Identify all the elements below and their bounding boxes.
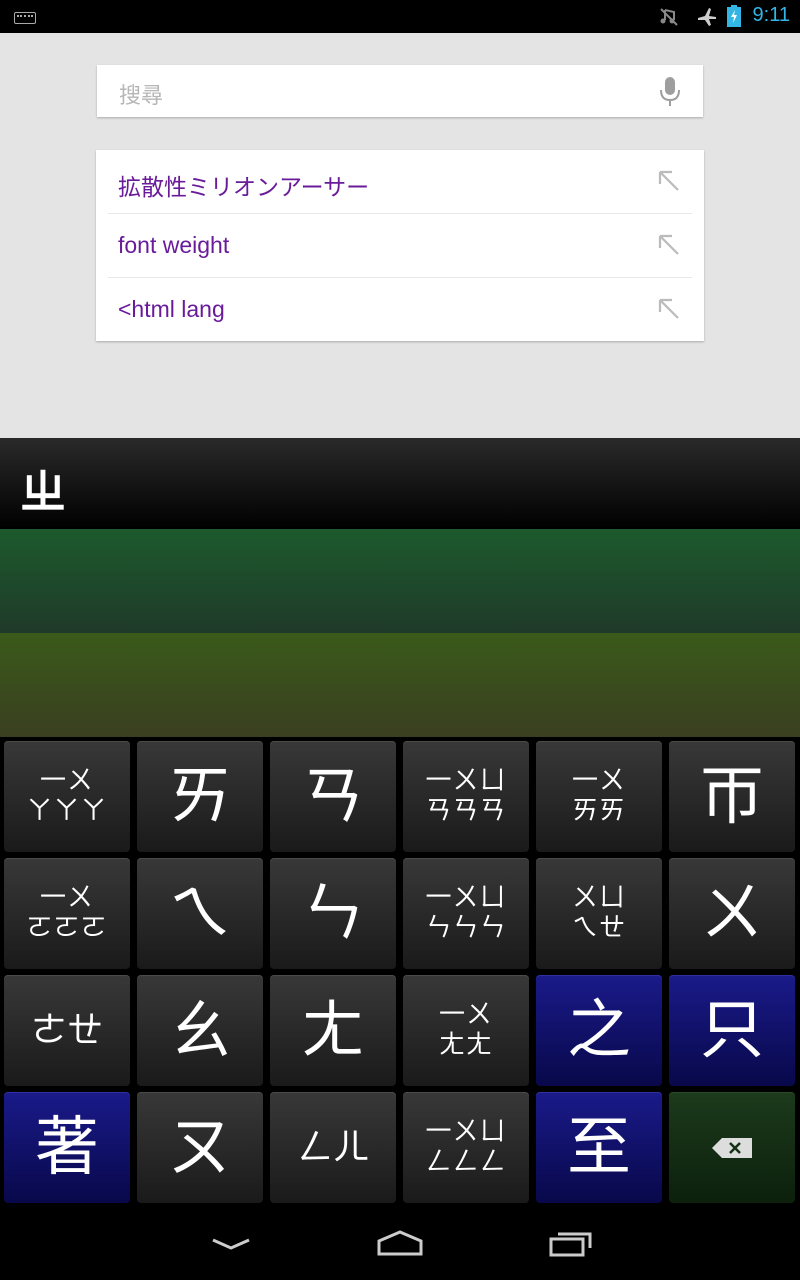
keyboard-key[interactable]: 帀 [669,741,795,852]
keyboard-key[interactable]: 一ㄨ ㄛㄛㄛ [4,858,130,969]
keyboard-key[interactable]: 一ㄨ ㄞㄞ [536,741,662,852]
key-label: 一ㄨㄩ ㄥㄥㄥ [425,1116,507,1177]
keyboard-key[interactable]: 之 [536,975,662,1086]
candidate-bar-primary[interactable] [0,529,800,633]
key-label: 至 [567,1110,631,1185]
arrow-up-left-icon[interactable] [656,232,682,258]
keyboard-key[interactable]: 一ㄨ ㄤㄤ [403,975,529,1086]
key-label: 一ㄨㄩ ㄢㄢㄢ [425,765,507,826]
keyboard-key[interactable]: ㄡ [137,1092,263,1203]
clock: 9:11 [752,4,790,26]
search-box[interactable]: 搜尋 [97,65,703,117]
keyboard-key[interactable]: ㄠ [137,975,263,1086]
key-label: ㄣ [301,876,365,951]
airplane-mode-icon [698,8,716,26]
key-label: ㄨㄩ ㄟㄝ [571,882,626,943]
key-label: ㄢ [301,759,365,834]
mute-icon [660,8,678,26]
keyboard-key[interactable]: 一ㄨㄩ ㄣㄣㄣ [403,858,529,969]
search-input[interactable]: 搜尋 [119,78,163,110]
backspace-icon [712,1137,752,1158]
suggestion-item[interactable]: font weight [96,214,704,278]
key-label: 一ㄨ ㄛㄛㄛ [26,882,108,943]
composing-strip: ㄓ [0,438,800,529]
key-label: 一ㄨ ㄤㄤ [438,999,493,1060]
arrow-up-left-icon[interactable] [656,168,682,194]
keyboard-key[interactable]: ㄤ [270,975,396,1086]
key-label: ㄨ [700,876,764,951]
suggestion-text[interactable]: 拡散性ミリオンアーサー [118,168,369,202]
navigation-bar [0,1207,800,1280]
keyboard-key[interactable]: ㄟ [137,858,263,969]
keyboard-key[interactable]: ㄥㄦ [270,1092,396,1203]
key-label: ㄟ [168,876,232,951]
suggestion-list: 拡散性ミリオンアーサー font weight <html lang [96,150,704,341]
key-label: ㄜㄝ [30,1009,103,1051]
keyboard-key[interactable]: ㄞ [137,741,263,852]
key-label: ㄥㄦ [296,1126,369,1168]
suggestion-item[interactable]: 拡散性ミリオンアーサー [96,150,704,214]
keyboard-key[interactable]: 一ㄨㄩ ㄢㄢㄢ [403,741,529,852]
keyboard-key[interactable]: 只 [669,975,795,1086]
arrow-up-left-icon[interactable] [656,296,682,322]
microphone-icon[interactable] [657,76,683,108]
key-label: 著 [35,1110,99,1185]
key-label: 帀 [700,759,764,834]
suggestion-text[interactable]: <html lang [118,296,225,323]
key-label: 一ㄨ ㄚㄚㄚ [26,765,108,826]
back-down-icon[interactable] [210,1235,252,1255]
status-bar: 9:11 [0,0,800,33]
key-label: 只 [700,993,764,1068]
keyboard-key[interactable]: 一ㄨㄩ ㄥㄥㄥ [403,1092,529,1203]
key-label: 之 [567,993,631,1068]
key-label: 一ㄨ ㄞㄞ [571,765,626,826]
key-label: 一ㄨㄩ ㄣㄣㄣ [425,882,507,943]
bopomofo-keyboard: 一ㄨ ㄚㄚㄚㄞㄢ一ㄨㄩ ㄢㄢㄢ 一ㄨ ㄞㄞ 帀一ㄨ ㄛㄛㄛㄟㄣ一ㄨㄩ ㄣㄣㄣ ㄨㄩ ㄟ… [0,737,800,1207]
backspace-key[interactable] [669,1092,795,1203]
keyboard-key[interactable]: ㄢ [270,741,396,852]
suggestion-text[interactable]: font weight [118,232,229,259]
suggestion-item[interactable]: <html lang [96,278,704,342]
keyboard-icon [14,12,36,24]
keyboard-key[interactable]: ㄨㄩ ㄟㄝ [536,858,662,969]
key-label: ㄞ [168,759,232,834]
recent-apps-icon[interactable] [548,1229,594,1257]
keyboard-key[interactable]: 一ㄨ ㄚㄚㄚ [4,741,130,852]
keyboard-key[interactable]: ㄣ [270,858,396,969]
key-label: ㄡ [168,1110,232,1185]
candidate-bar-secondary[interactable] [0,633,800,737]
keyboard-key[interactable]: ㄨ [669,858,795,969]
keyboard-key[interactable]: 至 [536,1092,662,1203]
battery-charging-icon [727,5,741,27]
keyboard-key[interactable]: ㄜㄝ [4,975,130,1086]
key-label: ㄠ [168,993,232,1068]
home-icon[interactable] [376,1229,424,1257]
composing-text: ㄓ [20,465,66,519]
keyboard-key[interactable]: 著 [4,1092,130,1203]
key-label: ㄤ [301,993,365,1068]
